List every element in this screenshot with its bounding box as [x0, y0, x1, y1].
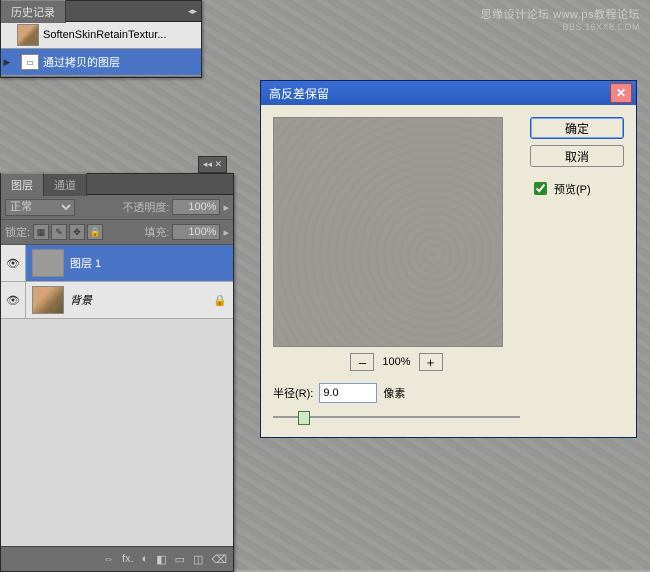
layer-name[interactable]: 背景: [70, 292, 213, 308]
dialog-body: – 100% + 半径(R): 像素 确定 取消 预览(P): [261, 105, 636, 437]
layer-row[interactable]: 👁 图层 1: [1, 245, 233, 282]
dialog-title: 高反差保留: [269, 85, 329, 102]
visibility-icon[interactable]: 👁: [1, 282, 26, 318]
panel-dock-icon[interactable]: ◂◂ ✕: [198, 156, 227, 173]
history-row[interactable]: SoftenSkinRetainTextur...: [1, 22, 201, 49]
preview-checkbox-row[interactable]: 预览(P): [530, 179, 624, 198]
history-tabbar: 历史记录 ◂▸: [1, 1, 201, 22]
layers-tabbar: 图层 通道: [1, 174, 233, 195]
lock-label: 锁定:: [5, 224, 30, 240]
lock-all-icon[interactable]: 🔒: [87, 224, 103, 240]
opacity-value[interactable]: 100%: [172, 199, 220, 215]
layers-panel: ◂◂ ✕ 图层 通道 正常 不透明度: 100% ▸ 锁定: ▦ ✎ ✥ 🔒 填…: [0, 173, 234, 572]
group-icon[interactable]: ▭: [175, 553, 185, 566]
history-thumb: [17, 24, 39, 46]
delete-icon[interactable]: ⌫: [211, 553, 227, 566]
mask-icon[interactable]: ◐: [142, 553, 149, 565]
panel-collapse-icon[interactable]: ◂▸: [188, 6, 197, 17]
radius-row: 半径(R): 像素: [273, 383, 520, 403]
history-pointer-icon: ▶: [1, 57, 13, 68]
cancel-button[interactable]: 取消: [530, 145, 624, 167]
preview-area: – 100% + 半径(R): 像素: [273, 117, 520, 425]
lock-icons: ▦ ✎ ✥ 🔒: [33, 224, 103, 240]
chevron-down-icon[interactable]: ▸: [223, 201, 229, 214]
adjustment-icon[interactable]: ◧: [156, 553, 166, 566]
preview-checkbox-label: 预览(P): [554, 181, 591, 197]
zoom-controls: – 100% +: [273, 353, 520, 371]
fill-label: 填充:: [144, 224, 169, 240]
dialog-titlebar[interactable]: 高反差保留 ✕: [261, 81, 636, 105]
slider-thumb[interactable]: [298, 411, 310, 425]
opacity-label: 不透明度:: [122, 199, 169, 215]
zoom-out-button[interactable]: –: [350, 353, 374, 371]
ok-button[interactable]: 确定: [530, 117, 624, 139]
lock-transparency-icon[interactable]: ▦: [33, 224, 49, 240]
blend-mode-select[interactable]: 正常: [5, 199, 75, 216]
history-panel: 历史记录 ◂▸ SoftenSkinRetainTextur... ▶ ▭ 通过…: [0, 0, 202, 78]
layer-name[interactable]: 图层 1: [70, 255, 213, 271]
slider-track: [273, 416, 520, 418]
zoom-value: 100%: [382, 356, 410, 368]
tab-history[interactable]: 历史记录: [1, 0, 66, 23]
fx-icon[interactable]: fx.: [122, 553, 134, 565]
history-label: 通过拷贝的图层: [43, 54, 120, 70]
lock-row: 锁定: ▦ ✎ ✥ 🔒 填充: 100% ▸: [1, 220, 233, 245]
close-icon[interactable]: ✕: [610, 83, 632, 103]
radius-label: 半径(R):: [273, 385, 313, 401]
radius-slider[interactable]: [273, 409, 520, 425]
chevron-down-icon[interactable]: ▸: [223, 226, 229, 239]
dialog-buttons: 确定 取消 预览(P): [530, 117, 624, 425]
watermark: 思缘设计论坛 www.ps教程论坛 BBS.16XX8.COM: [481, 6, 640, 32]
radius-unit: 像素: [383, 385, 405, 401]
tab-layers[interactable]: 图层: [1, 173, 44, 196]
tab-channels[interactable]: 通道: [44, 173, 87, 196]
layer-copy-icon: ▭: [21, 54, 39, 70]
zoom-in-button[interactable]: +: [419, 353, 443, 371]
layer-thumb: [32, 249, 64, 277]
blend-row: 正常 不透明度: 100% ▸: [1, 195, 233, 220]
high-pass-dialog: 高反差保留 ✕ – 100% + 半径(R): 像素 确定 取消: [260, 80, 637, 438]
lock-paint-icon[interactable]: ✎: [51, 224, 67, 240]
visibility-icon[interactable]: 👁: [1, 245, 26, 281]
layer-row[interactable]: 👁 背景 🔒: [1, 282, 233, 319]
new-layer-icon[interactable]: ◫: [193, 553, 203, 566]
layer-list: 👁 图层 1 👁 背景 🔒: [1, 245, 233, 546]
layer-lock-icon: 🔒: [213, 294, 233, 307]
fill-value[interactable]: 100%: [172, 224, 220, 240]
layer-footer: ⇔ fx. ◐ ◧ ▭ ◫ ⌫: [1, 546, 233, 571]
history-label: SoftenSkinRetainTextur...: [43, 29, 167, 41]
history-row[interactable]: ▶ ▭ 通过拷贝的图层: [1, 49, 201, 76]
preview-image[interactable]: [273, 117, 503, 347]
link-layers-icon[interactable]: ⇔: [103, 553, 114, 565]
layer-thumb: [32, 286, 64, 314]
preview-checkbox[interactable]: [534, 182, 547, 195]
radius-input[interactable]: [319, 383, 377, 403]
lock-position-icon[interactable]: ✥: [69, 224, 85, 240]
